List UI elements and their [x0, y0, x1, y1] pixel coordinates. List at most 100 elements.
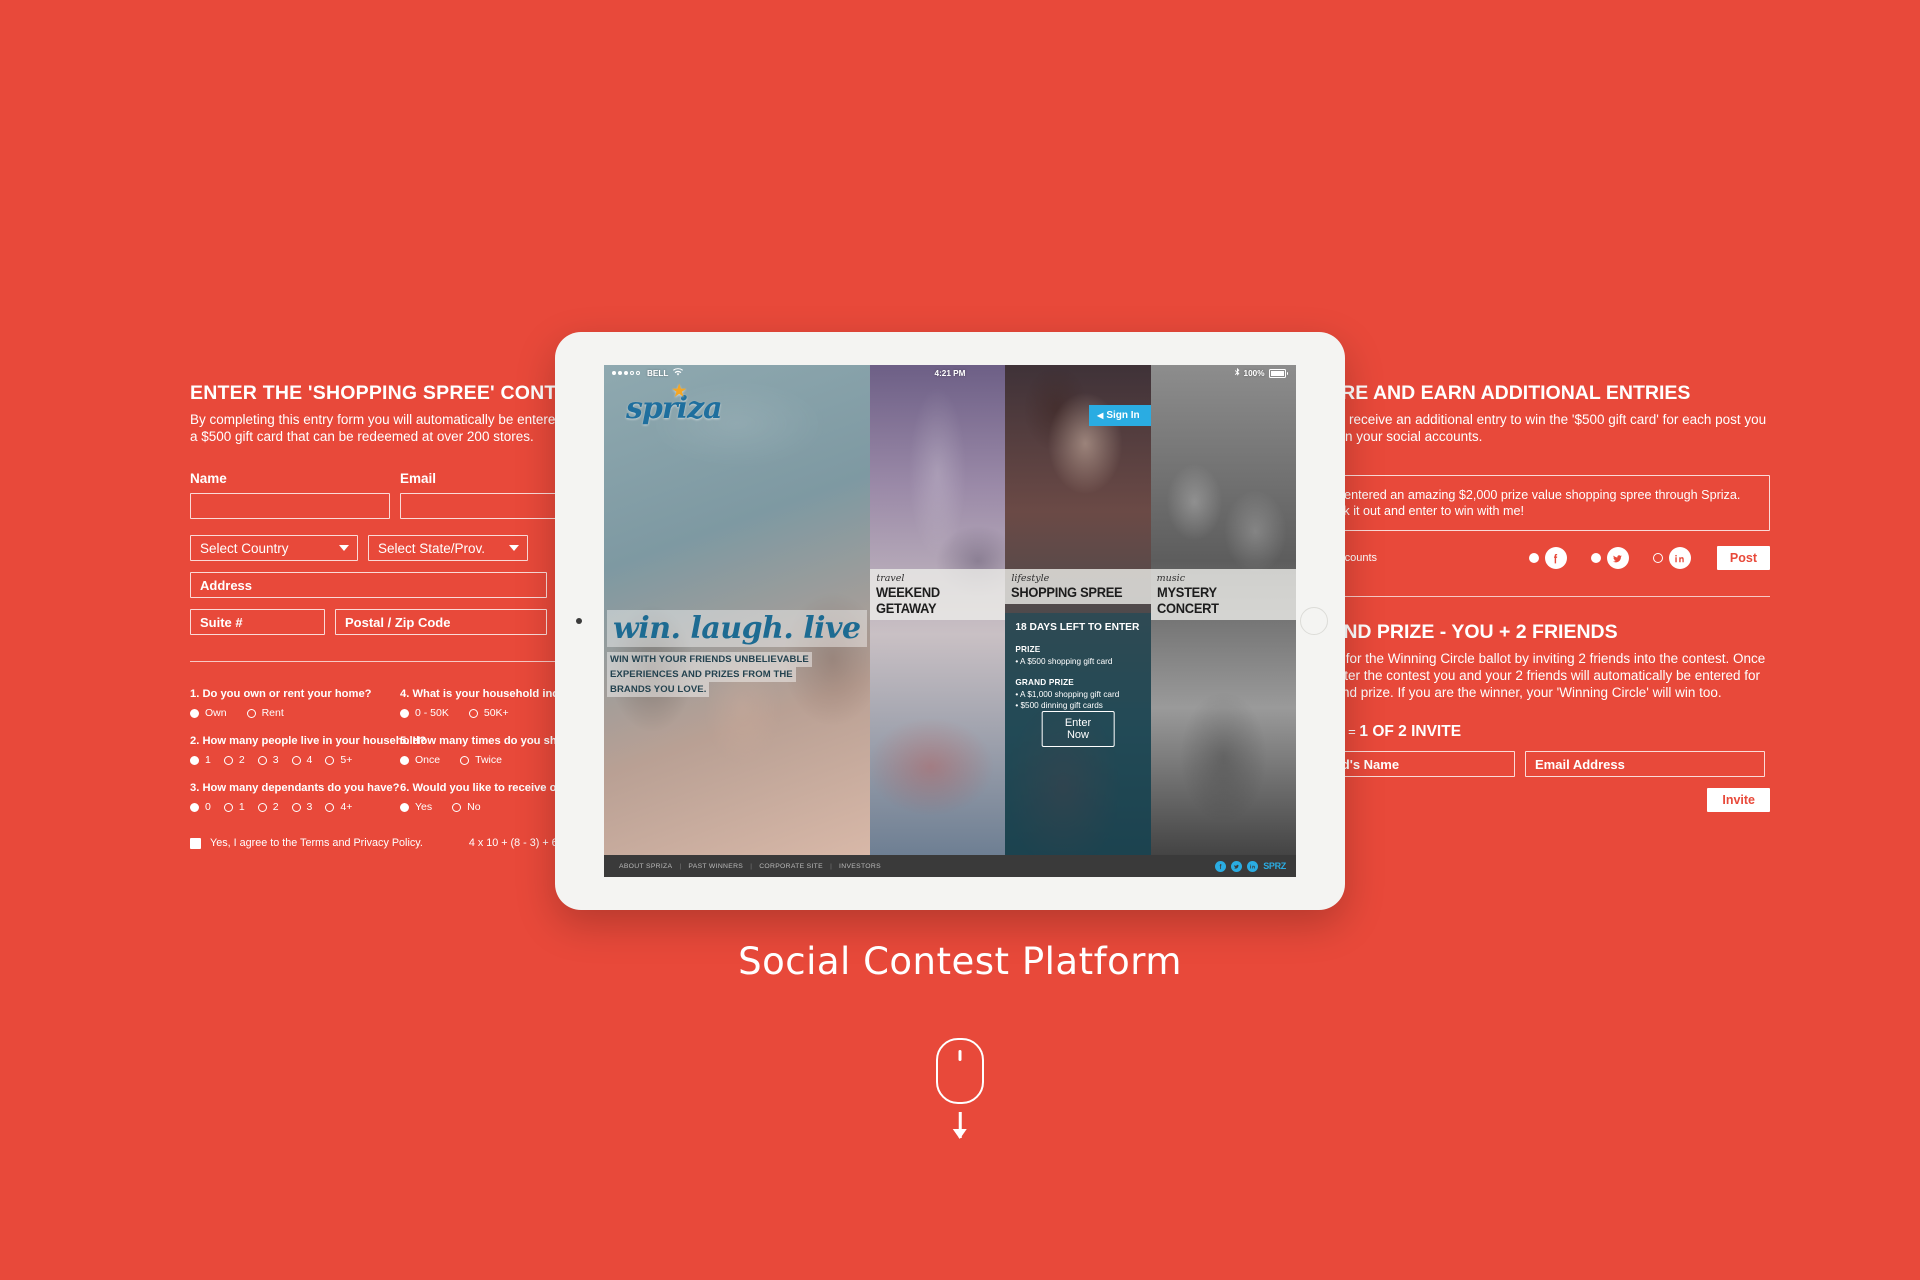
question-4-option-low[interactable]: 0 - 50K: [400, 707, 449, 719]
sprz-logo: SPRZ: [1263, 861, 1286, 871]
terms-row: Yes, I agree to the Terms and Privacy Po…: [190, 837, 610, 849]
radio-icon: [190, 755, 199, 765]
share-message-box[interactable]: I just entered an amazing $2,000 prize v…: [1300, 475, 1770, 531]
travel-kicker: travel: [876, 573, 905, 584]
enter-now-button[interactable]: Enter Now: [1041, 711, 1115, 747]
address-input[interactable]: [190, 572, 547, 598]
radio-icon: [223, 802, 233, 812]
linkedin-icon[interactable]: [1247, 860, 1259, 872]
strip-shopping[interactable]: ◀ Sign In lifestyle SHOPPING SPREE 18 DAY…: [1005, 365, 1151, 855]
strip-main: ★ spriza win. laugh. live WIN WITH YOUR F…: [604, 365, 871, 855]
radio-icon: [1652, 553, 1663, 563]
days-left: 18 DAYS LEFT TO ENTER: [1015, 622, 1140, 633]
mouse-wheel-icon: [958, 1050, 962, 1061]
music-category: music MYSTERY CONCERT: [1150, 569, 1296, 620]
music-name: MYSTERY CONCERT: [1156, 584, 1219, 616]
radio-icon: [452, 802, 462, 812]
question-2-options: 1 2 3 4 5+: [190, 754, 400, 766]
slot-value: 1 OF 2 INVITE: [1359, 723, 1462, 740]
twitter-icon[interactable]: [1231, 860, 1243, 872]
question-2-option-2[interactable]: 2: [223, 754, 245, 766]
strip-music[interactable]: music MYSTERY CONCERT: [1150, 365, 1296, 855]
hero-subline-3: BRANDS YOU LOVE.: [607, 682, 710, 697]
radio-icon: [257, 802, 267, 812]
hero-strips: ★ spriza win. laugh. live WIN WITH YOUR F…: [604, 365, 1296, 855]
friend-email-input[interactable]: [1525, 751, 1765, 777]
postal-input[interactable]: [335, 609, 547, 635]
strip-travel[interactable]: travel WEEKEND GETAWAY: [870, 365, 1006, 855]
footer-links: ABOUT SPRIZA | PAST WINNERS | CORPORATE SI…: [614, 863, 886, 870]
sign-in-button[interactable]: ◀ Sign In: [1089, 405, 1151, 426]
home-button[interactable]: [1300, 607, 1328, 635]
page-root: ENTER THE 'SHOPPING SPREE' CONTEST By co…: [0, 0, 1920, 1280]
grand-prize-subtitle: Qualify for the Winning Circle ballot by…: [1300, 651, 1766, 700]
radio-icon: [246, 708, 256, 718]
social-network-toggles: Post: [1505, 546, 1770, 570]
battery-icon: [1268, 368, 1288, 378]
question-5-option-twice[interactable]: Twice: [460, 754, 502, 766]
status-time: 4:21 PM: [934, 368, 966, 378]
question-1-option-own[interactable]: Own: [190, 707, 227, 719]
question-5-option-once[interactable]: Once: [400, 754, 440, 766]
question-3-text: 3. How many dependants do you have?: [190, 782, 400, 794]
question-3-options: 0 1 2 3 4+: [190, 801, 400, 813]
facebook-icon: [1544, 547, 1567, 569]
question-3-option-1[interactable]: 1: [223, 801, 245, 813]
music-kicker: music: [1156, 573, 1186, 584]
question-3: 3. How many dependants do you have? 0 1 …: [190, 782, 400, 813]
grand-prize-item-2: • $500 dinning gift cards: [1015, 701, 1103, 710]
share-toggle-facebook[interactable]: [1528, 547, 1567, 569]
radio-icon: [223, 755, 233, 765]
terms-checkbox[interactable]: [190, 837, 201, 849]
slot-line: SLOT 1 = 1 OF 2 INVITE: [1300, 723, 1770, 741]
question-2-option-5plus[interactable]: 5+: [325, 754, 352, 766]
chevron-down-icon: [339, 545, 349, 551]
ios-status-bar: BELL 4:21 PM 100%: [604, 365, 1296, 381]
travel-name: WEEKEND GETAWAY: [876, 584, 941, 616]
radio-icon: [1528, 553, 1539, 563]
page-caption: Social Contest Platform: [738, 940, 1182, 983]
state-select[interactable]: Select State/Prov.: [368, 535, 528, 561]
grand-prize-heading: GRAND PRIZE: [1015, 678, 1074, 687]
question-2-option-3[interactable]: 3: [257, 754, 279, 766]
footer-link-about[interactable]: ABOUT SPRIZA: [619, 863, 672, 870]
radio-icon: [291, 755, 301, 765]
right-divider: [1300, 596, 1770, 597]
radio-icon: [460, 755, 470, 765]
question-6-option-yes[interactable]: Yes: [400, 801, 432, 813]
question-1-option-rent[interactable]: Rent: [246, 707, 284, 719]
invite-button[interactable]: Invite: [1707, 788, 1770, 812]
question-3-option-4plus[interactable]: 4+: [325, 801, 352, 813]
country-select[interactable]: Select Country: [190, 535, 358, 561]
footer-link-past-winners[interactable]: PAST WINNERS: [688, 863, 743, 870]
footer-link-corporate[interactable]: CORPORATE SITE: [759, 863, 823, 870]
radio-icon: [400, 755, 409, 765]
share-toggle-linkedin[interactable]: [1652, 547, 1691, 569]
hero-headline: win. laugh. live: [607, 610, 867, 647]
radio-icon: [468, 708, 478, 718]
share-toggle-twitter[interactable]: [1590, 547, 1629, 569]
radio-icon: [291, 802, 301, 812]
name-label: Name: [190, 471, 227, 486]
name-input[interactable]: [190, 493, 390, 519]
shopping-prize-card: 18 DAYS LEFT TO ENTER PRIZE • A $500 sho…: [1005, 613, 1151, 855]
grand-prize-title: GRAND PRIZE - YOU + 2 FRIENDS: [1300, 621, 1618, 643]
footer-link-investors[interactable]: INVESTORS: [839, 863, 881, 870]
radio-icon: [325, 755, 335, 765]
shopping-category: lifestyle SHOPPING SPREE: [1005, 569, 1151, 604]
question-4-option-high[interactable]: 50K+: [468, 707, 509, 719]
question-3-option-2[interactable]: 2: [257, 801, 279, 813]
question-3-option-3[interactable]: 3: [291, 801, 312, 813]
suite-input[interactable]: [190, 609, 325, 635]
facebook-icon[interactable]: [1215, 860, 1227, 872]
question-3-option-0[interactable]: 0: [190, 801, 211, 813]
post-button[interactable]: Post: [1716, 546, 1770, 570]
question-2-option-1[interactable]: 1: [190, 754, 211, 766]
question-6-option-no[interactable]: No: [452, 801, 481, 813]
travel-category: travel WEEKEND GETAWAY: [870, 569, 1006, 620]
question-2-option-4[interactable]: 4: [291, 754, 312, 766]
captcha-question: 4 x 10 + (8 - 3) + 6 =: [468, 837, 567, 849]
question-1-text: 1. Do you own or rent your home?: [190, 688, 372, 700]
form-divider: [190, 661, 610, 662]
shopping-kicker: lifestyle: [1011, 573, 1050, 584]
